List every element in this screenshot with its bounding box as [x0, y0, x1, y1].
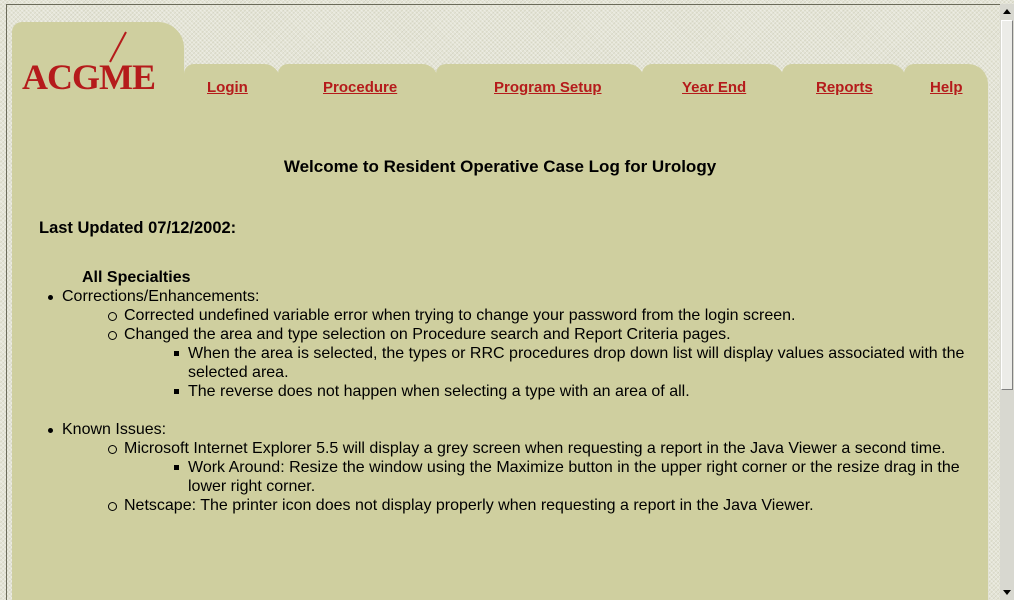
note-text: The reverse does not happen when selecti… — [188, 383, 690, 400]
vertical-scrollbar[interactable] — [1000, 4, 1014, 600]
release-notes: All Specialties Corrections/Enhancements… — [36, 268, 986, 515]
list-item: Microsoft Internet Explorer 5.5 will dis… — [106, 439, 986, 496]
section-list: Corrections/Enhancements: Corrected unde… — [36, 287, 986, 515]
note-text: Netscape: The printer icon does not disp… — [124, 497, 814, 514]
tab-help[interactable]: Help — [930, 79, 963, 96]
note-text: Changed the area and type selection on P… — [124, 326, 731, 343]
list-item: Changed the area and type selection on P… — [106, 325, 986, 401]
tab-year-end[interactable]: Year End — [682, 79, 746, 96]
section-label: Known Issues: — [62, 421, 167, 438]
list-item: Known Issues: Microsoft Internet Explore… — [36, 420, 986, 515]
sub-list: Corrected undefined variable error when … — [106, 306, 986, 401]
section-heading: All Specialties — [82, 269, 191, 286]
list-item: When the area is selected, the types or … — [170, 344, 986, 382]
logo-swoosh-icon — [109, 31, 127, 63]
scroll-down-arrow-icon[interactable] — [1000, 584, 1014, 600]
last-updated-heading: Last Updated 07/12/2002: — [39, 219, 237, 237]
section-label: Corrections/Enhancements: — [62, 288, 260, 305]
sub-list: Microsoft Internet Explorer 5.5 will dis… — [106, 439, 986, 515]
tab-login[interactable]: Login — [207, 79, 248, 96]
list-item: Corrected undefined variable error when … — [106, 306, 986, 325]
note-text: Corrected undefined variable error when … — [124, 307, 796, 324]
list-item: Work Around: Resize the window using the… — [170, 458, 986, 496]
list-item: Corrections/Enhancements: Corrected unde… — [36, 287, 986, 420]
list-item: Netscape: The printer icon does not disp… — [106, 496, 986, 515]
tab-procedure[interactable]: Procedure — [323, 79, 397, 96]
scrollbar-thumb[interactable] — [1001, 20, 1013, 390]
sub-sub-list: Work Around: Resize the window using the… — [170, 458, 986, 496]
welcome-heading: Welcome to Resident Operative Case Log f… — [283, 157, 717, 176]
list-item: The reverse does not happen when selecti… — [170, 382, 986, 401]
note-text: When the area is selected, the types or … — [188, 345, 965, 381]
note-text: Microsoft Internet Explorer 5.5 will dis… — [124, 440, 946, 457]
sub-sub-list: When the area is selected, the types or … — [170, 344, 986, 401]
tab-reports[interactable]: Reports — [816, 79, 873, 96]
acgme-logo: ACGME — [22, 57, 156, 97]
tab-program-setup[interactable]: Program Setup — [494, 79, 602, 96]
scroll-up-arrow-icon[interactable] — [1000, 4, 1014, 20]
note-text: Work Around: Resize the window using the… — [188, 459, 960, 495]
